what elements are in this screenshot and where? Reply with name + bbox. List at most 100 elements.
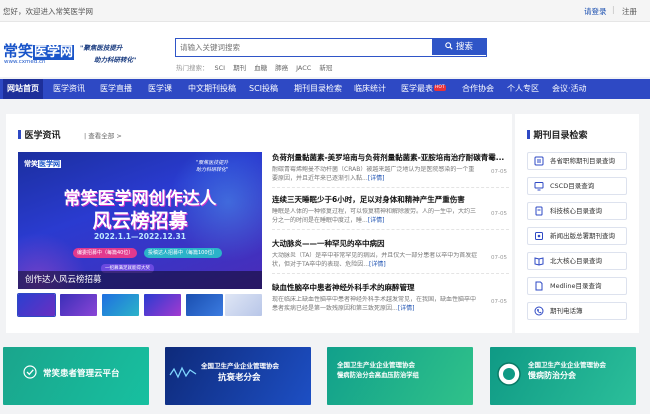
nav-journal-search[interactable]: 期刊目录检索 xyxy=(294,79,342,99)
nav-medical-live[interactable]: 医学直播 xyxy=(100,79,132,99)
slogan-line-1: "聚焦医技提升 xyxy=(80,44,123,52)
search-button-label: 搜索 xyxy=(455,42,473,52)
hot-word[interactable]: SCI xyxy=(215,64,226,72)
hot-search: 热门搜索： SCI 期刊 血糖 肺癌 JACC 新冠 xyxy=(176,62,340,72)
news-title[interactable]: 负荷剂量黏菌素-美罗培南与负荷剂量黏菌素-亚胺培南治疗耐碳青霉... xyxy=(272,152,509,163)
featured-banner[interactable]: 常笑医学网 "聚焦医技提升 助力科研转化" 常笑医学网创作达人 风云榜招募 202… xyxy=(18,152,262,289)
hot-word[interactable]: 期刊 xyxy=(233,64,246,72)
patient-cloud-icon xyxy=(23,365,37,379)
journal-search-panel: 期刊目录检索 各省职称期刊目录查询 CSCD目录查询 科技核心目录查询 新闻出版… xyxy=(515,114,639,333)
side-item-provincial[interactable]: 各省职称期刊目录查询 xyxy=(527,152,627,170)
hot-word[interactable]: 血糖 xyxy=(254,64,267,72)
slogan-line-2: 助力科研转化" xyxy=(94,56,137,64)
nav-medical-course[interactable]: 医学课 xyxy=(148,79,172,99)
news-desc: 耐碳青霉烯鲍曼不动杆菌（CRAB）被越来越广泛地认为是医院感染的一个重要原因，并… xyxy=(272,166,475,182)
news-title[interactable]: 大动脉炎——一种罕见的卒中病因 xyxy=(272,238,509,249)
banner-thumbnails xyxy=(17,293,262,317)
side-item-phonebook[interactable]: 期刊电话簿 xyxy=(527,302,627,320)
document-icon xyxy=(535,206,543,216)
news-date: 07-05 xyxy=(491,299,507,305)
news-item[interactable]: 大动脉炎——一种罕见的卒中病因 大动脉炎（TA）是卒中非常罕见的病因，并且仅大一… xyxy=(272,238,509,274)
news-item[interactable]: 负荷剂量黏菌素-美罗培南与负荷剂量黏菌素-亚胺培南治疗耐碳青霉... 耐碳青霉烯… xyxy=(272,152,509,188)
thumbnail[interactable] xyxy=(102,294,139,316)
nav-medical-table-label: 医学最表 xyxy=(401,84,433,93)
news-title[interactable]: 连续三天睡眠少于6小时，足以对身体和精神产生严重伤害 xyxy=(272,194,509,205)
logo-text-a: 常笑 xyxy=(3,42,34,60)
list-icon xyxy=(534,156,544,166)
search-input[interactable] xyxy=(178,40,428,54)
site-slogan: "聚焦医技提升 助力科研转化" xyxy=(74,42,144,64)
news-more-link[interactable]: [详情] xyxy=(368,175,385,182)
news-more-link[interactable]: [详情] xyxy=(398,305,415,312)
side-item-tech-core[interactable]: 科技核心目录查询 xyxy=(527,202,627,220)
news-item[interactable]: 缺血性脑卒中患者神经外科手术的麻醉管理 现在临床上缺血性脑卒中患者神经外科手术越… xyxy=(272,282,509,313)
nav-partner[interactable]: 合作协会 xyxy=(462,79,494,99)
side-item-cscd[interactable]: CSCD目录查询 xyxy=(527,177,627,195)
file-icon xyxy=(535,281,543,291)
association-seal-icon xyxy=(497,362,521,386)
logo-text-b: 医学网 xyxy=(33,45,75,60)
logo-url: www.cxmed.cn xyxy=(4,59,46,65)
search-icon xyxy=(445,42,453,50)
side-item-medline[interactable]: Medline目录查询 xyxy=(527,277,627,295)
search-button[interactable]: 搜索 xyxy=(432,39,486,55)
news-date: 07-05 xyxy=(491,255,507,261)
bottom-banner-anti-aging[interactable]: 全国卫生产业企业管理协会 抗衰老分会 xyxy=(165,347,311,405)
news-desc: 现在临床上缺血性脑卒中患者神经外科手术越发常见，在我国，缺血性脑卒中患者疾病已经… xyxy=(272,296,477,312)
site-logo[interactable]: 常笑医学网 www.cxmed.cn xyxy=(3,40,75,70)
banner-logo: 常笑医学网 xyxy=(24,160,61,168)
monitor-icon xyxy=(534,182,544,191)
news-more-link[interactable]: [详情] xyxy=(369,261,386,268)
hot-search-label: 热门搜索： xyxy=(176,64,209,72)
topbar-separator: | xyxy=(612,5,615,14)
news-panel: 医学资讯 | 查看全部 > 常笑医学网 "聚焦医技提升 助力科研转化" 常笑医学网… xyxy=(6,114,512,333)
note-icon xyxy=(535,232,543,240)
thumbnail[interactable] xyxy=(60,294,97,316)
nav-chinese-journal[interactable]: 中文期刊投稿 xyxy=(188,79,236,99)
side-item-press-admin[interactable]: 新闻出版总署期刊查询 xyxy=(527,227,627,245)
banner-slogan: "聚焦医技提升 助力科研转化" xyxy=(196,160,229,173)
news-more-link[interactable]: [详情] xyxy=(368,217,385,224)
banner-pill-editor: 编委招募中（每篇40位） xyxy=(73,248,138,258)
bottom-banner-title: 全国卫生产业企业管理协会 xyxy=(528,361,606,369)
thumbnail[interactable] xyxy=(17,293,56,317)
banner-caption: 创作达人风云榜招募 xyxy=(18,271,262,289)
hot-word[interactable]: JACC xyxy=(296,64,311,72)
news-date: 07-05 xyxy=(491,169,507,175)
bottom-banner-sub: 慢病防治分会 xyxy=(528,371,576,380)
thumbnail[interactable] xyxy=(225,294,262,316)
thumbnail[interactable] xyxy=(186,294,223,316)
nav-clinical-stats[interactable]: 临床统计 xyxy=(354,79,386,99)
login-link[interactable]: 请登录 xyxy=(584,6,607,17)
news-desc: 大动脉炎（TA）是卒中非常罕见的病因，并且仅大一部分患者以卒中为首发症状，但对于… xyxy=(272,252,478,268)
hot-word[interactable]: 新冠 xyxy=(319,64,332,72)
top-bar: 您好，欢迎进入常笑医学网 请登录 | 注册 xyxy=(0,0,650,22)
thumbnail[interactable] xyxy=(144,294,181,316)
news-section-title: 医学资讯 xyxy=(18,128,61,141)
bottom-banner-patient-cloud[interactable]: 常笑患者管理云平台 xyxy=(3,347,149,405)
news-date: 07-05 xyxy=(491,211,507,217)
nav-conference[interactable]: 会议·活动 xyxy=(552,79,587,99)
book-icon xyxy=(534,257,544,266)
nav-medical-news[interactable]: 医学资讯 xyxy=(53,79,85,99)
news-item[interactable]: 连续三天睡眠少于6小时，足以对身体和精神产生严重伤害 睡眠是人体的一种修复过程，… xyxy=(272,194,509,230)
nav-sci-submit[interactable]: SCI投稿 xyxy=(249,79,278,99)
news-desc: 睡眠是人体的一种修复过程，可以恢复精神和解除疲劳。人的一生中，大约三分之一的时间… xyxy=(272,208,477,224)
journal-search-title: 期刊目录检索 xyxy=(527,128,588,141)
hot-word[interactable]: 肺癌 xyxy=(275,64,288,72)
side-item-pku-core[interactable]: 北大核心目录查询 xyxy=(527,252,627,270)
view-all-link[interactable]: | 查看全部 > xyxy=(84,130,122,140)
bottom-banner-sub: 慢病防治分会高血压防治学组 xyxy=(337,372,419,379)
bottom-banner-chronic[interactable]: 全国卫生产业企业管理协会 慢病防治分会 xyxy=(490,347,636,405)
bottom-banner-sub: 抗衰老分会 xyxy=(218,373,261,383)
nav-personal[interactable]: 个人专区 xyxy=(507,79,539,99)
news-title[interactable]: 缺血性脑卒中患者神经外科手术的麻醉管理 xyxy=(272,282,509,293)
bottom-banner-title: 全国卫生产业企业管理协会 xyxy=(337,361,415,369)
register-link[interactable]: 注册 xyxy=(622,6,637,17)
bottom-banner-hypertension[interactable]: 全国卫生产业企业管理协会 慢病防治分会高血压防治学组 xyxy=(327,347,473,405)
nav-home[interactable]: 网站首页 xyxy=(3,79,43,99)
phone-icon xyxy=(534,306,544,316)
banner-dates: 2022.1.1—2022.12.31 xyxy=(94,232,186,241)
wave-logo-icon xyxy=(169,366,197,379)
nav-medical-table[interactable]: 医学最表 HOT xyxy=(401,79,446,99)
